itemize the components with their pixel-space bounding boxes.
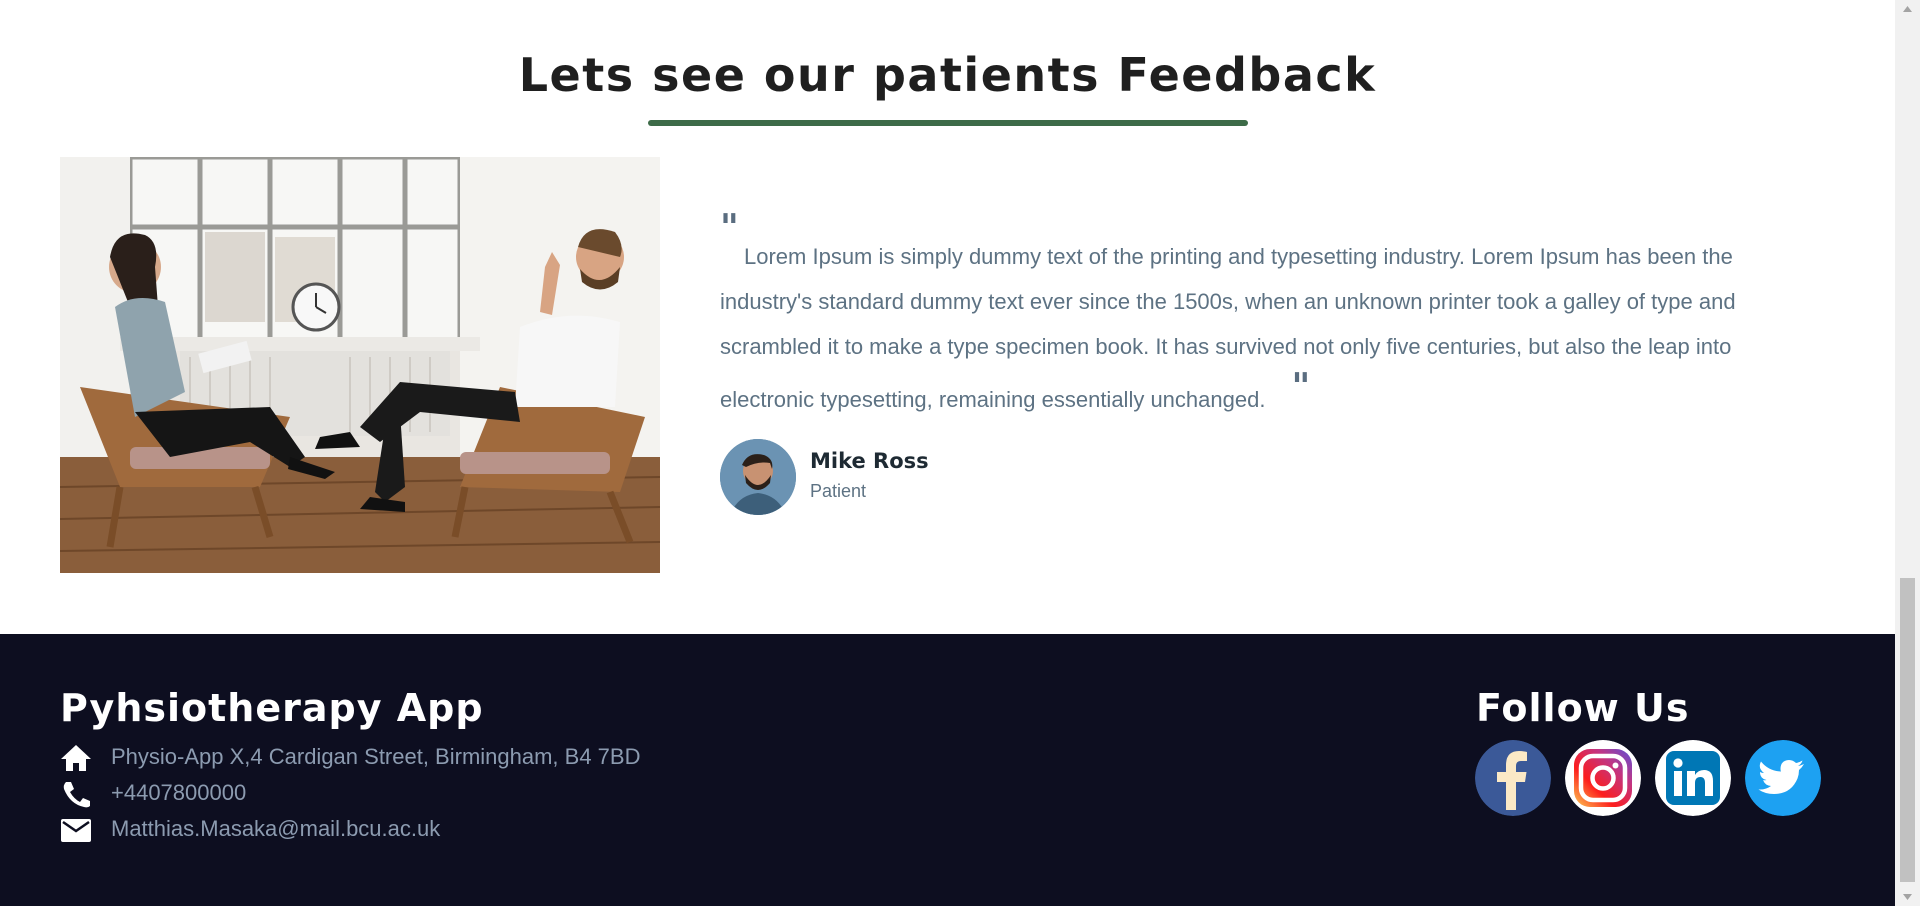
phone-icon xyxy=(63,782,90,808)
testimonial-quote: " Lorem Ipsum is simply dummy text of th… xyxy=(720,210,1770,422)
title-underline xyxy=(648,120,1248,126)
feedback-title: Lets see our patients Feedback xyxy=(518,48,1377,102)
facebook-link[interactable] xyxy=(1475,740,1551,816)
feedback-photo xyxy=(60,157,660,573)
site-footer: Pyhsiotherapy App Physio-App X,4 Cardiga… xyxy=(0,634,1895,906)
contact-address-text: Physio-App X,4 Cardigan Street, Birmingh… xyxy=(111,744,641,769)
instagram-link[interactable] xyxy=(1565,740,1641,816)
footer-brand: Pyhsiotherapy App xyxy=(60,686,484,730)
home-icon xyxy=(61,745,91,771)
scrollbar-thumb[interactable] xyxy=(1900,578,1915,882)
avatar xyxy=(720,439,796,515)
linkedin-icon xyxy=(1655,740,1731,816)
follow-us-title: Follow Us xyxy=(1476,686,1690,730)
contact-email-text[interactable]: Matthias.Masaka@mail.bcu.ac.uk xyxy=(111,816,440,842)
contact-address: Physio-App X,4 Cardigan Street, Birmingh… xyxy=(60,740,760,776)
close-quote-icon: " xyxy=(1291,366,1311,408)
twitter-icon xyxy=(1745,740,1821,816)
quote-paragraph: Lorem Ipsum is simply dummy text of the … xyxy=(720,210,1770,422)
scroll-down-arrow-icon[interactable] xyxy=(1895,888,1920,906)
linkedin-link[interactable] xyxy=(1655,740,1731,816)
instagram-icon xyxy=(1565,740,1641,816)
feedback-section: Lets see our patients Feedback " Lorem I… xyxy=(0,0,1895,634)
facebook-icon xyxy=(1475,740,1551,816)
mail-icon xyxy=(61,819,91,842)
vertical-scrollbar[interactable] xyxy=(1895,0,1920,906)
open-quote-icon: " xyxy=(720,207,739,249)
contact-phone: +4407800000 xyxy=(60,776,760,812)
social-links xyxy=(1475,740,1825,816)
twitter-link[interactable] xyxy=(1745,740,1821,816)
scroll-up-arrow-icon[interactable] xyxy=(1895,0,1920,18)
contact-email[interactable]: Matthias.Masaka@mail.bcu.ac.uk xyxy=(60,812,760,848)
author-role: Patient xyxy=(810,481,867,501)
contact-phone-text: +4407800000 xyxy=(111,780,247,805)
quote-text: Lorem Ipsum is simply dummy text of the … xyxy=(720,244,1736,412)
author-name: Mike Ross xyxy=(810,449,929,473)
contact-list: Physio-App X,4 Cardigan Street, Birmingh… xyxy=(60,740,760,848)
